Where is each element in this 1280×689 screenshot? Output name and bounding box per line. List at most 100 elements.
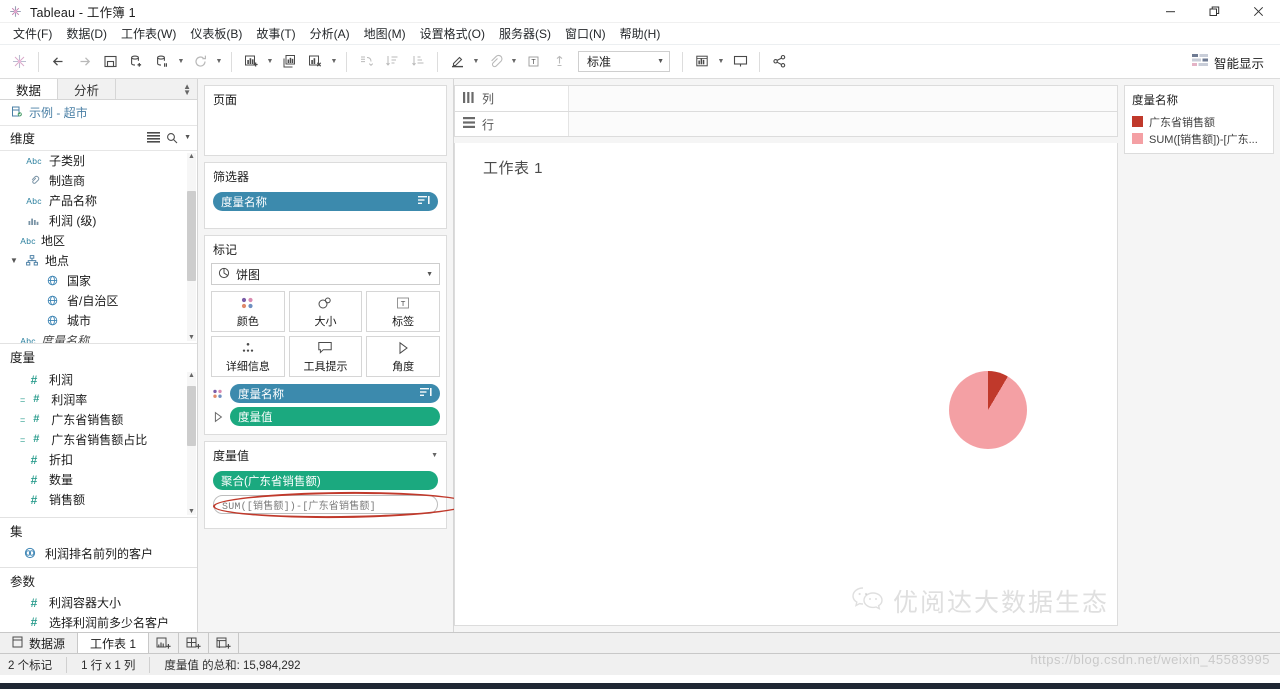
tab-data[interactable]: 数据 <box>0 79 59 100</box>
chevron-down-icon[interactable]: ▼ <box>431 452 438 459</box>
fit-axis-icon[interactable] <box>689 49 715 75</box>
clear-sheet-caret-icon[interactable]: ▼ <box>328 49 340 75</box>
swap-rows-columns-icon[interactable] <box>353 49 379 75</box>
color-legend[interactable]: 度量名称 广东省销售额 SUM([销售额])-[广东... <box>1124 85 1274 154</box>
viz-canvas[interactable]: 工作表 1 优阅达大数据生态 <box>454 143 1118 626</box>
field-row[interactable]: # 数量 <box>0 470 197 490</box>
pages-drop-zone[interactable] <box>205 111 446 155</box>
angle-icon[interactable] <box>211 411 225 423</box>
field-row[interactable]: = # 广东省销售额占比 <box>0 430 197 450</box>
marks-pill-measure-names[interactable]: 度量名称 <box>230 384 440 403</box>
fixed-axis-caret-icon[interactable]: ▼ <box>508 49 520 75</box>
field-row[interactable]: Abc 度量名称 <box>0 331 197 343</box>
menu-dashboard[interactable]: 仪表板(B) <box>183 23 249 44</box>
labels-icon[interactable]: T <box>520 49 546 75</box>
chevron-down-icon[interactable]: ▼ <box>184 134 191 141</box>
color-icon[interactable] <box>211 389 225 399</box>
fit-axis-caret-icon[interactable]: ▼ <box>715 49 727 75</box>
refresh-caret-icon[interactable]: ▼ <box>213 49 225 75</box>
field-row[interactable]: Abc 产品名称 <box>0 191 197 211</box>
pause-refresh-caret-icon[interactable]: ▼ <box>175 49 187 75</box>
marks-color-button[interactable]: 颜色 <box>211 291 285 332</box>
new-dashboard-button[interactable] <box>179 633 210 653</box>
view-data-icon[interactable] <box>147 132 161 143</box>
rows-drop-zone[interactable] <box>569 112 1117 136</box>
marks-size-button[interactable]: 大小 <box>288 291 363 332</box>
fixed-axis-icon[interactable] <box>482 49 508 75</box>
legend-item[interactable]: SUM([销售额])-[广东... <box>1132 130 1266 147</box>
close-button[interactable] <box>1236 0 1280 23</box>
pie-shape[interactable] <box>949 371 1027 449</box>
field-row[interactable]: # 利润 <box>0 370 197 390</box>
measure-values-list[interactable]: 聚合(广东省销售额) SUM([销售额])-[广东省销售额] <box>205 467 446 528</box>
marks-tooltip-button[interactable]: 工具提示 <box>288 336 363 377</box>
minimize-button[interactable] <box>1148 0 1192 23</box>
field-row[interactable]: # 利润容器大小 <box>0 593 197 612</box>
sort-ascending-icon[interactable] <box>379 49 405 75</box>
annotation-icon[interactable] <box>546 49 572 75</box>
marks-label-button[interactable]: T 标签 <box>366 291 440 332</box>
menu-server[interactable]: 服务器(S) <box>492 23 558 44</box>
marks-type-select[interactable]: 饼图 ▼ <box>211 263 440 285</box>
chevron-down-icon[interactable]: ▼ <box>10 256 19 265</box>
field-row[interactable]: 利润排名前列的客户 <box>0 543 197 562</box>
menu-map[interactable]: 地图(M) <box>357 23 413 44</box>
new-worksheet-icon[interactable] <box>238 49 264 75</box>
pause-refresh-icon[interactable] <box>149 49 175 75</box>
highlighter-icon[interactable] <box>444 49 470 75</box>
sort-descending-icon[interactable] <box>405 49 431 75</box>
clear-sheet-icon[interactable] <box>302 49 328 75</box>
tableau-home-icon[interactable] <box>6 49 32 75</box>
field-row[interactable]: # 折扣 <box>0 450 197 470</box>
menu-worksheet[interactable]: 工作表(W) <box>114 23 183 44</box>
measures-scrollbar[interactable]: ▲ ▼ <box>187 371 196 516</box>
menu-data[interactable]: 数据(D) <box>59 23 114 44</box>
menu-story[interactable]: 故事(T) <box>249 23 302 44</box>
marks-detail-button[interactable]: 详细信息 <box>211 336 285 377</box>
data-source-item[interactable]: 示例 - 超市 <box>0 100 197 126</box>
field-row[interactable]: = # 广东省销售额 <box>0 410 197 430</box>
filters-drop-zone[interactable]: 度量名称 <box>205 188 446 228</box>
fit-select[interactable]: 标准 ▼ <box>578 51 670 72</box>
tab-analytics[interactable]: 分析 <box>58 79 117 100</box>
field-row[interactable]: 城市 <box>0 311 197 331</box>
data-source-tab[interactable]: 数据源 <box>0 633 79 653</box>
dimensions-scrollbar[interactable]: ▲ ▼ <box>187 152 196 342</box>
measure-value-pill-formula[interactable]: SUM([销售额])-[广东省销售额] <box>213 495 438 514</box>
presentation-icon[interactable] <box>727 49 753 75</box>
field-row[interactable]: = # 利润率 <box>0 390 197 410</box>
marks-pill-measure-values[interactable]: 度量值 <box>230 407 440 426</box>
filter-pill-measure-names[interactable]: 度量名称 <box>213 192 438 211</box>
field-row[interactable]: 国家 <box>0 271 197 291</box>
show-me-button[interactable]: 智能显示 <box>1186 49 1270 75</box>
restore-button[interactable] <box>1192 0 1236 23</box>
highlighter-caret-icon[interactable]: ▼ <box>470 49 482 75</box>
search-icon[interactable] <box>166 132 178 144</box>
menu-window[interactable]: 窗口(N) <box>558 23 613 44</box>
new-worksheet-caret-icon[interactable]: ▼ <box>264 49 276 75</box>
new-story-button[interactable] <box>209 633 240 653</box>
field-row[interactable]: 利润 (级) <box>0 211 197 231</box>
duplicate-sheet-icon[interactable] <box>276 49 302 75</box>
field-row[interactable]: # 销售额 <box>0 490 197 510</box>
field-row[interactable]: 省/自治区 <box>0 291 197 311</box>
forward-icon[interactable] <box>71 49 97 75</box>
refresh-icon[interactable] <box>187 49 213 75</box>
field-row[interactable]: Abc 地区 <box>0 231 197 251</box>
menu-file[interactable]: 文件(F) <box>6 23 59 44</box>
sheet-tab-1[interactable]: 工作表 1 <box>78 633 150 653</box>
new-data-source-icon[interactable] <box>123 49 149 75</box>
field-row[interactable]: # 选择利润前多少名客户 <box>0 613 197 632</box>
back-icon[interactable] <box>45 49 71 75</box>
menu-help[interactable]: 帮助(H) <box>613 23 668 44</box>
menu-analysis[interactable]: 分析(A) <box>303 23 357 44</box>
pie-chart[interactable] <box>949 371 1027 449</box>
field-row[interactable]: 制造商 <box>0 171 197 191</box>
columns-drop-zone[interactable] <box>569 86 1117 111</box>
hierarchy-row-location[interactable]: ▼ 地点 <box>0 251 197 271</box>
field-row[interactable]: Abc 子类别 <box>0 151 197 171</box>
pane-resize-grip-icon[interactable]: ▲ ▼ <box>183 83 191 97</box>
legend-item[interactable]: 广东省销售额 <box>1132 113 1266 130</box>
menu-format[interactable]: 设置格式(O) <box>413 23 492 44</box>
save-icon[interactable] <box>97 49 123 75</box>
